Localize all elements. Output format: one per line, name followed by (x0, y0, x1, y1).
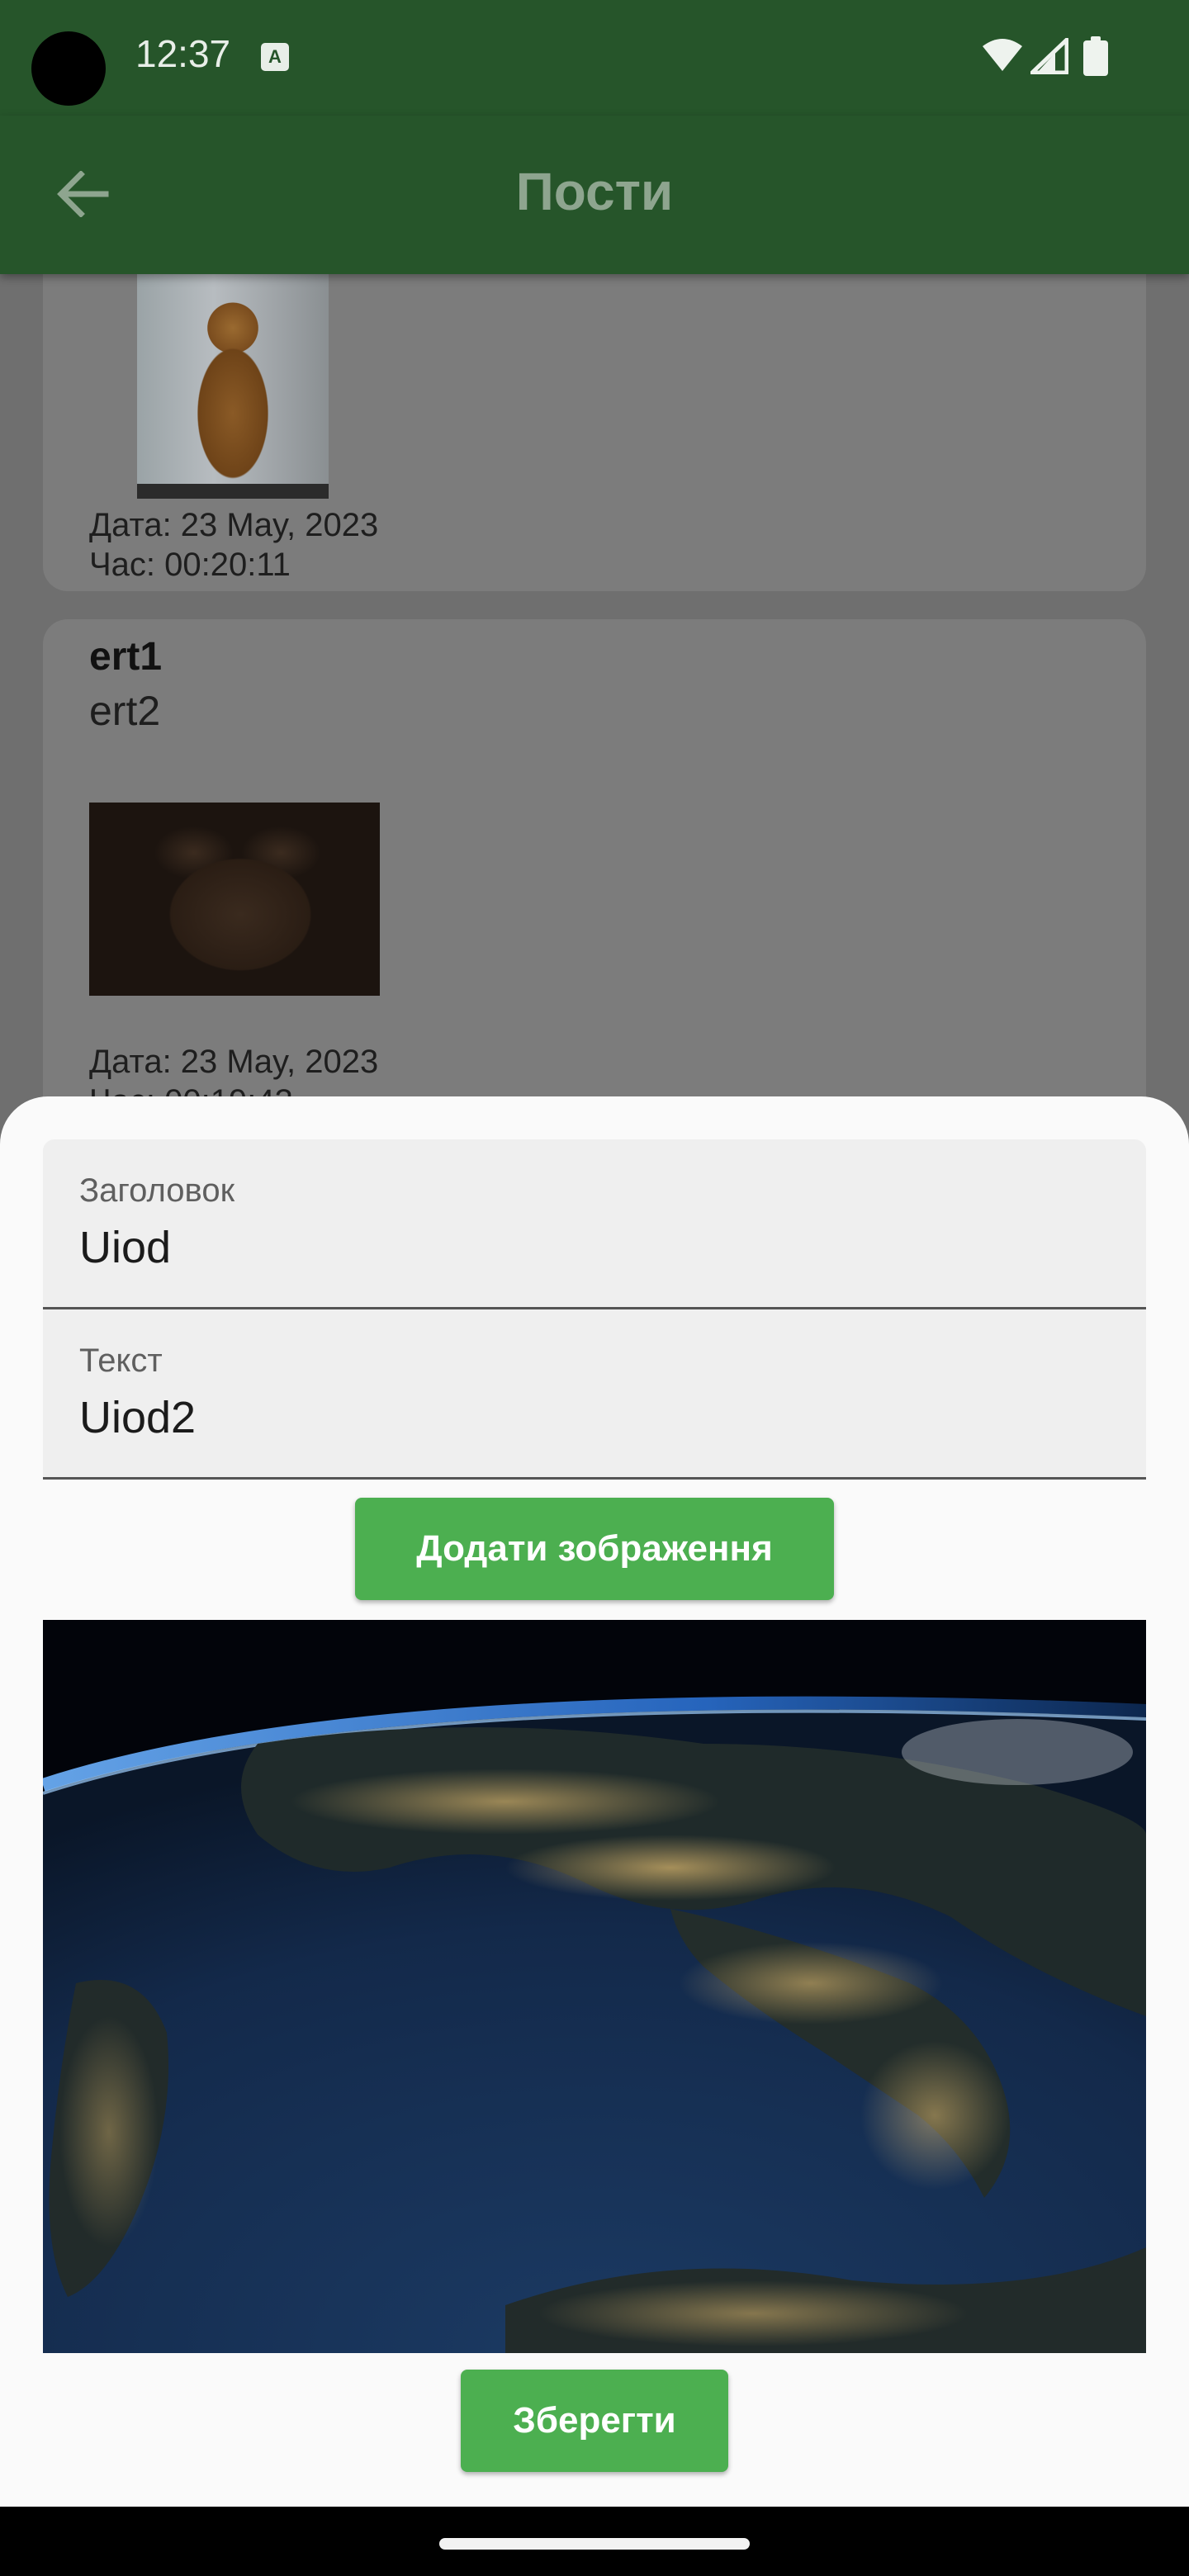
post-title: ert1 (89, 635, 163, 679)
page-title: Пости (515, 162, 674, 221)
title-input[interactable]: Uiod (79, 1222, 1070, 1273)
status-time: 12:37 (135, 32, 231, 75)
title-field[interactable]: Заголовок Uiod (43, 1139, 1146, 1309)
dark-tabby-cat-photo (89, 803, 380, 996)
add-image-button[interactable]: Додати зображення (355, 1498, 834, 1600)
new-post-bottom-sheet: Заголовок Uiod Текст Uiod2 Додати зображ… (0, 1096, 1189, 2507)
a-notification-icon: A (261, 43, 289, 71)
earth-at-night-photo (43, 1620, 1146, 2353)
orange-cat-photo (137, 274, 329, 499)
battery-icon (1083, 36, 1108, 76)
wifi-icon (983, 39, 1022, 71)
post-time: Час: 00:20:11 (89, 547, 291, 583)
camera-cutout (31, 31, 106, 106)
post-card[interactable]: ert1 ert2 Дата: 23 May, 2023 Час: 00:19:… (43, 619, 1146, 1100)
posts-feed: Дата: 23 May, 2023 Час: 00:20:11 ert1 er… (0, 274, 1189, 1100)
text-field-label: Текст (79, 1342, 163, 1379)
save-button[interactable]: Зберегти (461, 2370, 728, 2472)
signal-icon (1030, 38, 1068, 74)
text-field[interactable]: Текст Uiod2 (43, 1309, 1146, 1480)
text-input[interactable]: Uiod2 (79, 1392, 1070, 1443)
post-date: Дата: 23 May, 2023 (89, 507, 379, 543)
post-date: Дата: 23 May, 2023 (89, 1044, 379, 1080)
status-bar: 12:37 A (0, 0, 1189, 116)
home-indicator[interactable] (439, 2538, 750, 2550)
title-field-label: Заголовок (79, 1172, 235, 1209)
navigation-bar (0, 2507, 1189, 2576)
post-card[interactable]: Дата: 23 May, 2023 Час: 00:20:11 (43, 274, 1146, 591)
app-bar: Пости (0, 116, 1189, 274)
post-body: ert2 (89, 688, 161, 734)
